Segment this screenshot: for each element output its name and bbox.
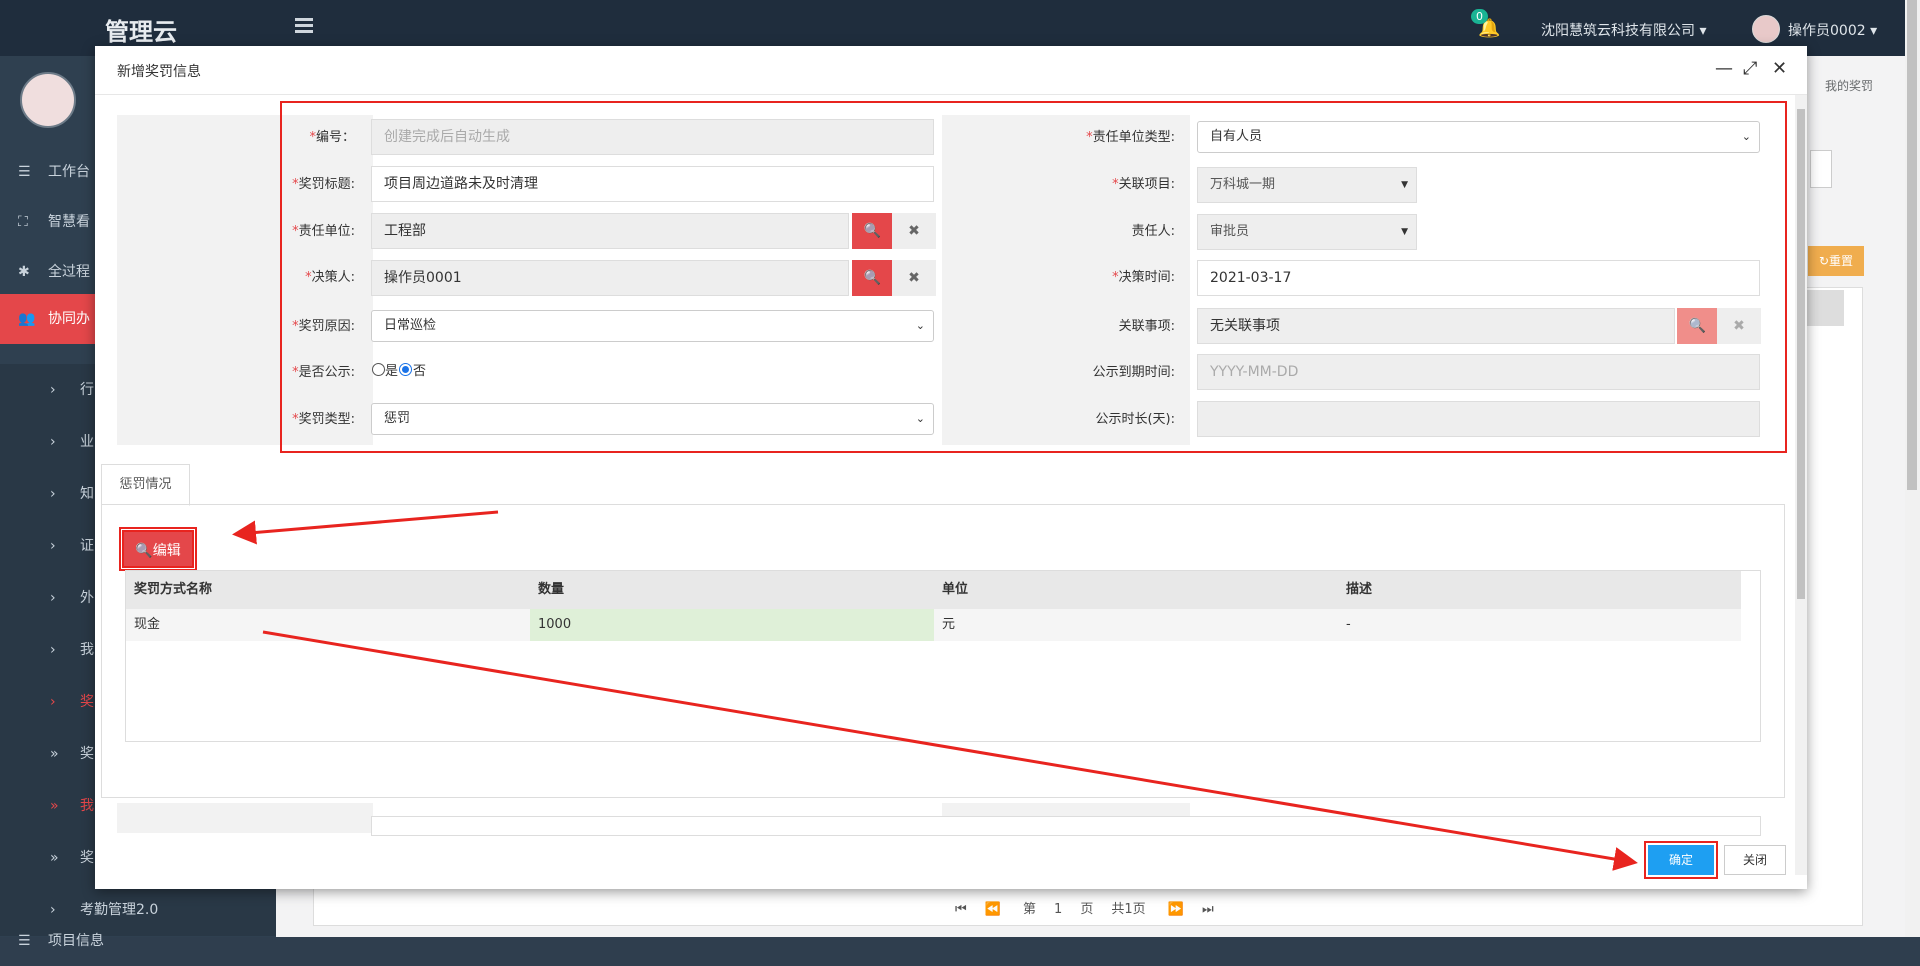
table-cell[interactable]: 1000 — [530, 609, 934, 641]
sidebar-subitem-label: 外 — [80, 590, 94, 606]
edit-button[interactable]: 🔍编辑 — [119, 527, 197, 571]
double-chevron-right-icon: » — [50, 850, 59, 866]
refresh-icon: ↻ — [1818, 254, 1830, 268]
scrollbar-thumb[interactable] — [1907, 0, 1917, 490]
sidebar-avatar — [20, 72, 76, 128]
dashboard-icon: ⛶ — [18, 214, 28, 230]
reset-label: 重置 — [1829, 254, 1854, 268]
table-row[interactable]: 现金 1000 元 - — [126, 609, 1741, 641]
add-reward-penalty-modal: 新增奖罚信息 — ⤢ ✕ *编号： 创建完成后自动生成 *奖罚标题: 项目周边道… — [95, 46, 1807, 889]
sidebar-item-label: 项目信息 — [48, 933, 104, 949]
modal-header: 新增奖罚信息 — ⤢ ✕ — [95, 46, 1807, 95]
page-number[interactable]: 1 — [1054, 902, 1062, 917]
column-header[interactable]: 描述 — [1338, 571, 1741, 609]
sidebar-subitem-label: 我 — [80, 798, 94, 814]
sidebar-item-label: 协同办 — [48, 311, 90, 327]
penalty-table: 奖罚方式名称 数量 单位 描述 现金 1000 元 - — [125, 570, 1761, 742]
column-header[interactable]: 数量 — [530, 571, 934, 609]
table-cell[interactable]: 元 — [934, 609, 1338, 641]
tab-penalty[interactable]: 惩罚情况 — [101, 464, 190, 506]
column-header[interactable]: 单位 — [934, 571, 1338, 609]
sidebar-item-label: 全过程 — [48, 264, 90, 280]
menu-toggle-icon[interactable] — [295, 18, 313, 34]
prev-page-icon[interactable]: ⏪ — [985, 902, 1001, 917]
minimize-icon[interactable]: — — [1715, 58, 1733, 79]
page-total: 共1页 — [1111, 902, 1146, 917]
sidebar-subitem-label: 奖 — [80, 694, 94, 710]
chevron-right-icon: › — [50, 486, 56, 502]
column-header[interactable]: 奖罚方式名称 — [126, 571, 530, 609]
users-icon: 👥 — [18, 311, 36, 327]
table-cell[interactable]: 现金 — [126, 609, 530, 641]
next-page-icon[interactable]: ⏩ — [1168, 902, 1184, 917]
chevron-right-icon: › — [50, 382, 56, 398]
chevron-right-icon: › — [50, 694, 56, 710]
breadcrumb[interactable]: 我的奖罚 — [1825, 77, 1873, 94]
app-brand: 管理云 — [105, 18, 177, 46]
list-icon: ☰ — [18, 933, 31, 949]
edit-label: 编辑 — [152, 543, 181, 559]
sidebar-subitem-label: 知 — [80, 486, 94, 502]
annotation-box-form — [280, 101, 1787, 453]
sidebar-subitem-label: 我 — [80, 642, 94, 658]
page-scrollbar[interactable] — [1905, 0, 1920, 937]
company-name: 沈阳慧筑云科技有限公司 — [1541, 23, 1695, 39]
reset-button[interactable]: ↻重置 — [1808, 246, 1864, 276]
sidebar-subitem-label: 业 — [80, 434, 94, 450]
search-icon: 🔍 — [135, 543, 153, 559]
form-label-column-more — [117, 803, 373, 833]
sidebar-subitem-label: 证 — [80, 538, 94, 554]
user-name: 操作员0002 — [1788, 23, 1866, 39]
double-chevron-right-icon: » — [50, 798, 59, 814]
chevron-right-icon: › — [50, 590, 56, 606]
user-dropdown[interactable]: 操作员0002 ▾ — [1788, 20, 1877, 40]
asterisk-icon: ✱ — [18, 264, 30, 280]
chevron-right-icon: › — [50, 434, 56, 450]
remark-field[interactable] — [371, 816, 1761, 836]
close-icon[interactable]: ✕ — [1772, 58, 1787, 79]
modal-scrollbar[interactable] — [1795, 95, 1807, 875]
sidebar-subitem-label: 奖 — [80, 850, 94, 866]
last-page-icon[interactable]: ⏭ — [1202, 902, 1214, 917]
company-dropdown[interactable]: 沈阳慧筑云科技有限公司 ▾ — [1541, 20, 1706, 40]
chevron-right-icon: › — [50, 538, 56, 554]
page-unit: 页 — [1080, 902, 1094, 917]
background-select[interactable] — [1810, 150, 1832, 188]
modal-title: 新增奖罚信息 — [117, 64, 201, 80]
user-avatar[interactable] — [1752, 15, 1780, 43]
sidebar-item-label: 工作台 — [48, 164, 90, 180]
scrollbar-thumb[interactable] — [1797, 109, 1805, 599]
sidebar-item-label: 智慧看 — [48, 214, 90, 230]
pagination: ⏮ ⏪ 第 1 页 共1页 ⏩ ⏭ — [955, 898, 1232, 917]
maximize-icon[interactable]: ⤢ — [1743, 58, 1757, 79]
chevron-right-icon: › — [50, 642, 56, 658]
close-button[interactable]: 关闭 — [1724, 845, 1786, 875]
page-label: 第 — [1023, 902, 1037, 917]
sidebar-item-project[interactable]: ☰ 项目信息 — [0, 916, 276, 966]
caret-down-icon: ▾ — [1870, 23, 1878, 39]
caret-down-icon: ▾ — [1699, 23, 1707, 39]
table-cell[interactable]: - — [1338, 609, 1741, 641]
table-header: 奖罚方式名称 数量 单位 描述 — [126, 571, 1741, 609]
list-icon: ☰ — [18, 164, 31, 180]
first-page-icon[interactable]: ⏮ — [955, 902, 967, 917]
sidebar-subitem-label: 奖 — [80, 746, 94, 762]
confirm-button[interactable]: 确定 — [1644, 841, 1718, 879]
notification-badge: 0 — [1471, 9, 1488, 24]
sidebar-subitem-label: 行 — [80, 382, 94, 398]
double-chevron-right-icon: » — [50, 746, 59, 762]
